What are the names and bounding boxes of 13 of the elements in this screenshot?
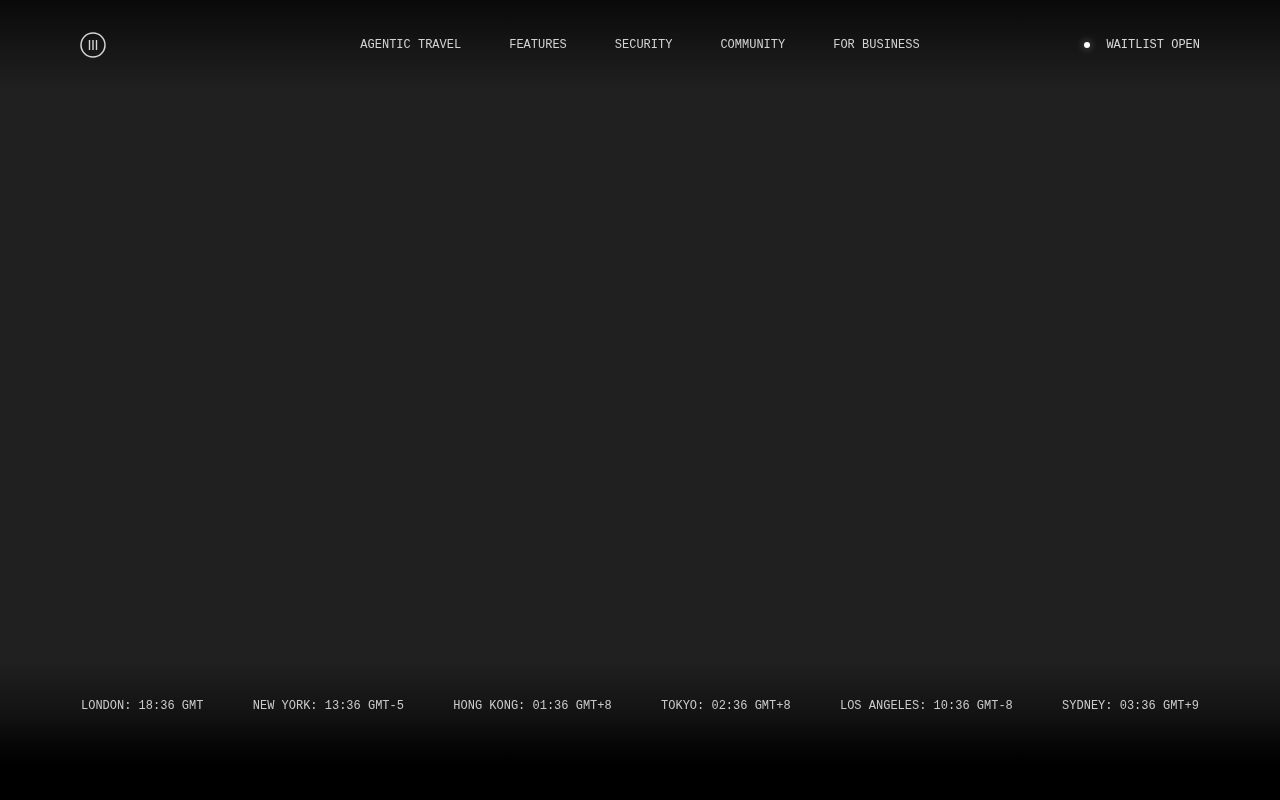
nav-link[interactable]: COMMUNITY xyxy=(720,38,786,52)
nav-link[interactable]: AGENTIC TRAVEL xyxy=(360,38,462,52)
city-time: LOS ANGELES: 10:36 GMT-8 xyxy=(839,699,1013,713)
city-time: NEW YORK: 13:36 GMT-5 xyxy=(252,699,404,713)
city-time: SYDNEY: 03:36 GMT+9 xyxy=(1062,699,1199,713)
nav-link[interactable]: SECURITY xyxy=(614,38,673,52)
city-time: LONDON: 18:36 GMT xyxy=(81,699,204,713)
nav-link[interactable]: FEATURES xyxy=(509,38,567,52)
city-time: HONG KONG: 01:36 GMT+8 xyxy=(453,699,612,713)
nav-link[interactable]: FOR BUSINESS xyxy=(833,38,920,52)
city-time: TOKYO: 02:36 GMT+8 xyxy=(661,699,791,713)
logo-icon[interactable] xyxy=(80,32,106,58)
waitlist-link[interactable]: WAITLIST OPEN xyxy=(1084,38,1200,52)
